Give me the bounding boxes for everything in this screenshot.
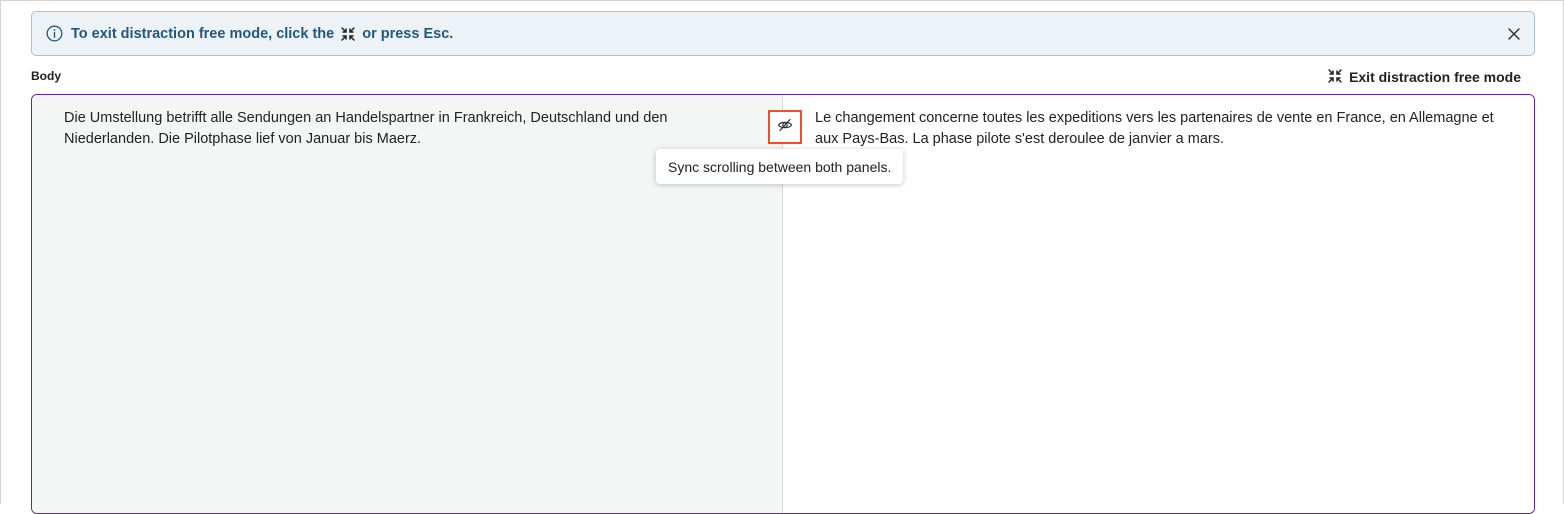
app-frame: To exit distraction free mode, click the… [0,0,1564,514]
exit-button-label: Exit distraction free mode [1349,69,1521,85]
info-circle-icon [46,25,63,42]
eye-off-icon [777,117,793,138]
source-text[interactable]: Die Umstellung betrifft alle Sendungen a… [64,108,724,150]
collapse-arrows-icon [340,26,356,42]
field-label-body: Body [31,69,61,83]
close-icon[interactable] [1506,26,1522,42]
exit-distraction-free-button[interactable]: Exit distraction free mode [1327,67,1521,87]
collapse-arrows-icon [1327,68,1343,87]
sync-scroll-tooltip: Sync scrolling between both panels. [656,149,904,184]
banner-text-start: To exit distraction free mode, click the [71,26,335,42]
banner-message: To exit distraction free mode, click the… [71,25,453,43]
sync-scroll-toggle-button[interactable] [768,110,802,144]
distraction-free-banner: To exit distraction free mode, click the… [31,11,1535,56]
banner-text-end: or press Esc. [362,26,454,42]
target-text[interactable]: Le changement concerne toutes les expedi… [815,108,1515,150]
